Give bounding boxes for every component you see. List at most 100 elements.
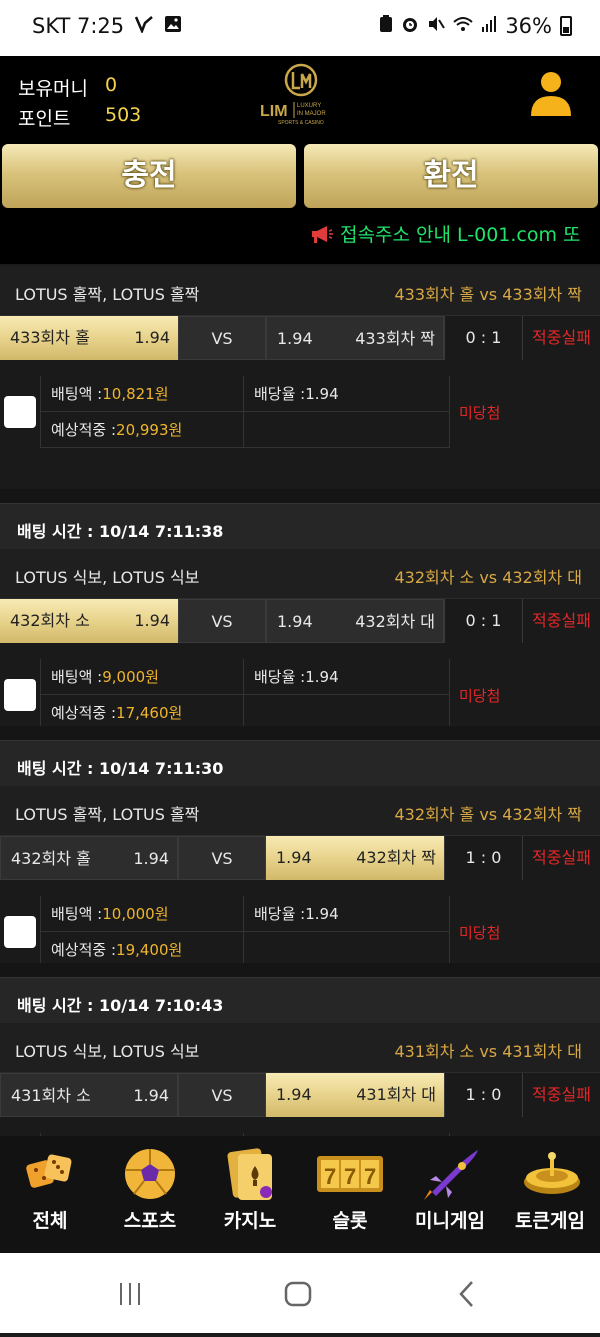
soccer-ball-icon xyxy=(125,1149,175,1199)
bet-odds: 배당율 :1.94 xyxy=(244,376,450,412)
rocket-icon xyxy=(424,1150,478,1200)
battery-icon xyxy=(560,16,572,36)
game-name: LOTUS 홀짝, LOTUS 홀짝 xyxy=(15,285,200,304)
away-pick[interactable]: 1.94 431회차 대 xyxy=(266,1073,444,1117)
point-label: 포인트 xyxy=(18,108,71,130)
odds-label: 배당율 : xyxy=(254,668,306,686)
select-checkbox[interactable] xyxy=(4,916,36,948)
home-pick[interactable]: 432회차 홀 1.94 xyxy=(0,836,178,880)
game-title-row: LOTUS 식보, LOTUS 식보 431회차 소 vs 431회차 대 xyxy=(0,1023,600,1073)
bet-amount: 배팅액 :10,000원 xyxy=(40,896,244,932)
nav-tokengame[interactable]: 토큰게임 xyxy=(500,1136,600,1253)
bet-detail-row: 배팅액 :10,000원 배당율 :1.94 xyxy=(40,896,450,932)
dice-icon xyxy=(26,1154,72,1188)
notice-ticker[interactable]: 접속주소 안내 L-001.com 또 xyxy=(310,220,600,252)
svg-text:SPORTS & CASINO: SPORTS & CASINO xyxy=(278,120,324,126)
bet-amount-label: 배팅액 : xyxy=(51,668,103,686)
data-saver-icon xyxy=(134,15,154,38)
odds-label: 배당율 : xyxy=(254,905,306,923)
bet-history-list[interactable]: LOTUS 홀짝, LOTUS 홀짝 433회차 홀 vs 433회차 짝 433회… xyxy=(0,266,600,1136)
bet-amount-label: 배팅액 : xyxy=(51,905,103,923)
point-value: 503 xyxy=(105,104,142,126)
bet-amount-value: 9,000원 xyxy=(102,668,159,686)
battery-percent: 36% xyxy=(505,14,552,38)
wifi-icon xyxy=(453,15,473,38)
nav-casino-label: 카지노 xyxy=(223,1210,277,1232)
charge-button[interactable]: 충전 xyxy=(2,144,296,208)
expected-value: 20,993원 xyxy=(116,421,183,439)
list-separator xyxy=(0,963,600,977)
svg-text:7: 7 xyxy=(364,1164,376,1189)
win-status: 미당첨 xyxy=(459,404,501,422)
home-icon[interactable] xyxy=(284,1281,312,1307)
home-pick[interactable]: 431회차 소 1.94 xyxy=(0,1073,178,1117)
home-odds: 1.94 xyxy=(133,849,169,868)
money-row: 보유머니 0 xyxy=(18,74,117,101)
nav-slot[interactable]: 7 7 7 슬롯 xyxy=(300,1136,400,1253)
bet-time-label: 배팅 시간 : 10/14 7:11:38 xyxy=(17,522,224,541)
vs-label: VS xyxy=(178,599,266,643)
home-odds: 1.94 xyxy=(134,611,170,630)
bet-amount: 배팅액 :10,821원 xyxy=(40,376,244,412)
away-pick[interactable]: 1.94 433회차 짝 xyxy=(266,316,444,360)
score: 0 : 1 xyxy=(444,316,522,360)
bet-detail-row: 배팅액 :10,821원 배당율 :1.94 xyxy=(40,376,450,412)
vs-label: VS xyxy=(178,1073,266,1117)
win-status: 미당첨 xyxy=(459,924,501,942)
nav-all-label: 전체 xyxy=(32,1210,68,1232)
slot-777-icon: 7 7 7 xyxy=(317,1156,383,1192)
expected-win: 예상적중 :20,993원 xyxy=(40,412,244,448)
home-name: 432회차 소 xyxy=(10,611,90,630)
back-icon[interactable] xyxy=(459,1281,473,1307)
pick-row: 432회차 소 1.94 VS 1.94 432회차 대 0 : 1 적중실패 xyxy=(0,599,600,643)
away-odds: 1.94 xyxy=(277,612,313,631)
pick-row: 432회차 홀 1.94 VS 1.94 432회차 짝 1 : 0 적중실패 xyxy=(0,836,600,880)
money-value: 0 xyxy=(105,74,118,96)
bet-odds: 배당율 :1.94 xyxy=(244,896,450,932)
bet-detail: 배팅액 :10,821원 배당율 :1.94 예상적중 :20,993원 미당첨 xyxy=(0,376,600,452)
bottom-nav: 전체 스포츠 카지노 7 7 7 슬롯 미니게임 토큰게임 xyxy=(0,1136,600,1253)
result-status: 적중실패 xyxy=(522,836,600,880)
site-logo[interactable]: LIM LUXURY IN MAJOR SPORTS & CASINO xyxy=(256,62,346,126)
home-pick[interactable]: 433회차 홀 1.94 xyxy=(0,316,178,360)
empty-cell xyxy=(244,412,450,448)
bet-time-bar: 배팅 시간 : 10/14 7:10:43 xyxy=(0,977,600,1023)
svg-text:LIM: LIM xyxy=(260,103,288,120)
nav-sports[interactable]: 스포츠 xyxy=(100,1136,200,1253)
signal-icon xyxy=(481,15,497,38)
away-pick[interactable]: 1.94 432회차 짝 xyxy=(266,836,444,880)
user-profile-icon[interactable] xyxy=(526,68,576,118)
score: 1 : 0 xyxy=(444,836,522,880)
exchange-button[interactable]: 환전 xyxy=(304,144,598,208)
bet-amount-value: 10,821원 xyxy=(102,385,169,403)
notice-text: 접속주소 안내 L-001.com 또 xyxy=(340,224,581,246)
bet-detail-row: 배팅액 :9,000원 배당율 :1.94 xyxy=(40,659,450,695)
nav-minigame[interactable]: 미니게임 xyxy=(400,1136,500,1253)
gallery-icon xyxy=(164,15,182,38)
away-name: 431회차 대 xyxy=(356,1085,436,1104)
select-checkbox[interactable] xyxy=(4,396,36,428)
nav-casino[interactable]: 카지노 xyxy=(200,1136,300,1253)
svg-text:7: 7 xyxy=(344,1164,356,1189)
select-checkbox[interactable] xyxy=(4,679,36,711)
result-status: 적중실패 xyxy=(522,599,600,643)
vs-label: VS xyxy=(178,836,266,880)
nav-all[interactable]: 전체 xyxy=(0,1136,100,1253)
bet-time-label: 배팅 시간 : 10/14 7:11:30 xyxy=(17,759,224,778)
bet-odds: 배당율 :1.94 xyxy=(244,659,450,695)
svg-text:LUXURY: LUXURY xyxy=(297,103,321,109)
odds-value: 1.94 xyxy=(305,905,339,923)
roulette-icon xyxy=(524,1152,580,1194)
svg-text:7: 7 xyxy=(324,1164,336,1189)
expected-label: 예상적중 : xyxy=(51,941,117,959)
nav-sports-label: 스포츠 xyxy=(123,1210,177,1232)
home-name: 431회차 소 xyxy=(11,1086,91,1105)
recent-apps-icon[interactable] xyxy=(120,1283,140,1305)
bet-time-bar: 배팅 시간 : 10/14 7:11:38 xyxy=(0,503,600,549)
game-title-row: LOTUS 홀짝, LOTUS 홀짝 433회차 홀 vs 433회차 짝 xyxy=(0,266,600,316)
home-pick[interactable]: 432회차 소 1.94 xyxy=(0,599,178,643)
clipboard-icon xyxy=(379,14,393,38)
matchup: 432회차 소 vs 432회차 대 xyxy=(394,568,582,587)
expected-value: 19,400원 xyxy=(116,941,183,959)
away-pick[interactable]: 1.94 432회차 대 xyxy=(266,599,444,643)
